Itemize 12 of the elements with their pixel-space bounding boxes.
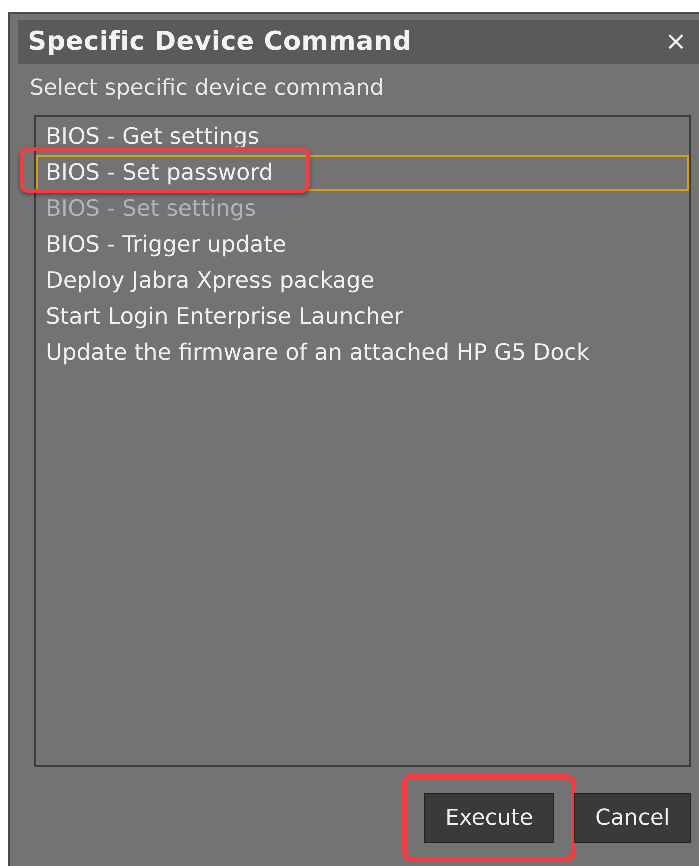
command-item[interactable]: Start Login Enterprise Launcher bbox=[36, 299, 689, 335]
command-item[interactable]: Deploy Jabra Xpress package bbox=[36, 263, 689, 299]
command-item[interactable]: BIOS - Set password bbox=[36, 155, 689, 191]
dialog-button[interactable]: Execute bbox=[424, 793, 554, 843]
close-button[interactable]: × bbox=[663, 29, 689, 55]
prompt-label: Select specific device command bbox=[30, 76, 386, 101]
command-item[interactable]: BIOS - Get settings bbox=[36, 119, 689, 155]
command-item[interactable]: Update the firmware of an attached HP G5 Dock bbox=[36, 335, 689, 371]
command-item[interactable]: BIOS - Set settings bbox=[36, 191, 689, 227]
dialog-button[interactable]: Cancel bbox=[574, 793, 691, 843]
dialog-title: Specific Device Command bbox=[28, 27, 412, 57]
command-item[interactable]: BIOS - Trigger update bbox=[36, 227, 689, 263]
